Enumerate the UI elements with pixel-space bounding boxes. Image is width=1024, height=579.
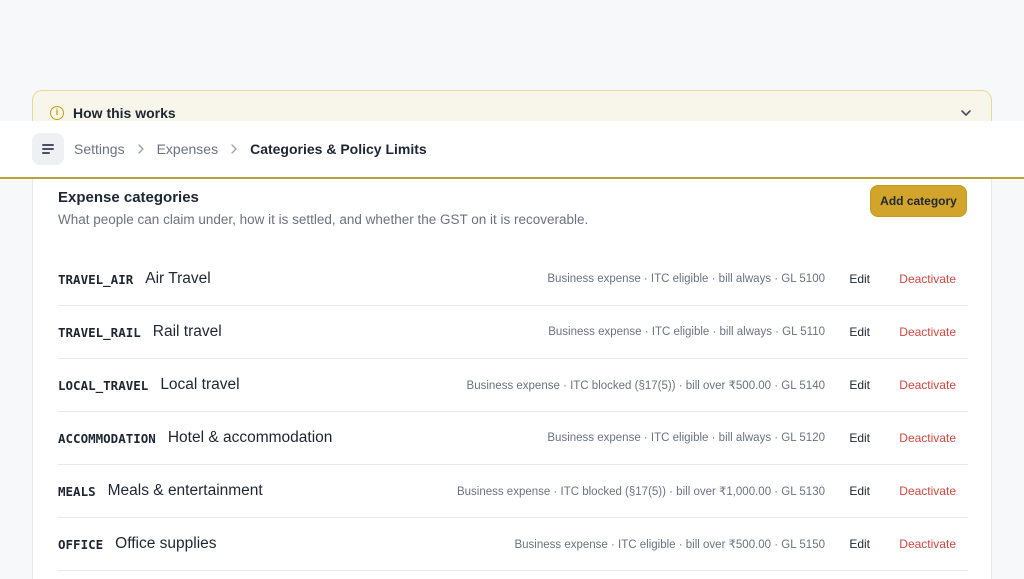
category-code: LOCAL_TRAVEL	[58, 377, 149, 393]
category-meta: Business expense · ITC eligible · bill o…	[514, 539, 825, 551]
category-row: OFFICE Office supplies Business expense …	[58, 518, 968, 571]
edit-button[interactable]: Edit	[849, 325, 870, 339]
breadcrumb-current: Categories & Policy Limits	[250, 141, 427, 157]
category-name: Air Travel	[145, 270, 211, 287]
category-code: OFFICE	[58, 536, 104, 552]
banner-title: How this works	[73, 105, 176, 121]
edit-button[interactable]: Edit	[849, 431, 870, 445]
breadcrumb: Settings Expenses Categories & Policy Li…	[74, 141, 427, 157]
category-row: ACCOMMODATION Hotel & accommodation Busi…	[58, 412, 968, 465]
category-code: ACCOMMODATION	[58, 430, 156, 446]
deactivate-button[interactable]: Deactivate	[899, 431, 956, 445]
deactivate-button[interactable]: Deactivate	[899, 325, 956, 339]
deactivate-button[interactable]: Deactivate	[899, 378, 956, 392]
deactivate-button[interactable]: Deactivate	[899, 484, 956, 498]
category-list: TRAVEL_AIR Air Travel Business expense ·…	[58, 253, 968, 571]
expense-categories-panel: Expense categories What people can claim…	[32, 179, 992, 579]
chevron-right-icon	[231, 144, 237, 154]
edit-button[interactable]: Edit	[849, 272, 870, 286]
category-row: MEALS Meals & entertainment Business exp…	[58, 465, 968, 518]
category-code: TRAVEL_AIR	[58, 271, 134, 287]
breadcrumb-expenses[interactable]: Expenses	[157, 141, 218, 157]
edit-button[interactable]: Edit	[849, 537, 870, 551]
deactivate-button[interactable]: Deactivate	[899, 272, 956, 286]
add-category-button[interactable]: Add category	[870, 185, 967, 217]
edit-button[interactable]: Edit	[849, 378, 870, 392]
category-name: Meals & entertainment	[107, 482, 263, 499]
category-name: Local travel	[160, 376, 240, 393]
deactivate-button[interactable]: Deactivate	[899, 537, 956, 551]
category-name: Rail travel	[152, 323, 222, 340]
category-code: MEALS	[58, 483, 96, 499]
info-icon: i	[50, 106, 64, 120]
category-name: Hotel & accommodation	[167, 429, 333, 446]
category-row: TRAVEL_AIR Air Travel Business expense ·…	[58, 253, 968, 306]
category-row: LOCAL_TRAVEL Local travel Business expen…	[58, 359, 968, 412]
menu-toggle-button[interactable]	[32, 133, 64, 165]
chevron-down-icon[interactable]	[959, 106, 973, 120]
chevron-right-icon	[137, 144, 144, 154]
edit-button[interactable]: Edit	[849, 484, 870, 498]
category-name: Office supplies	[115, 535, 217, 552]
category-meta: Business expense · ITC blocked (§17(5)) …	[466, 380, 825, 392]
category-code: TRAVEL_RAIL	[58, 324, 141, 340]
panel-subtitle: What people can claim under, how it is s…	[58, 212, 589, 227]
menu-icon	[42, 144, 54, 146]
top-bar: Settings Expenses Categories & Policy Li…	[0, 121, 1024, 179]
category-meta: Business expense · ITC blocked (§17(5)) …	[456, 486, 825, 498]
breadcrumb-settings[interactable]: Settings	[74, 141, 125, 157]
panel-title: Expense categories	[58, 189, 199, 206]
category-row: TRAVEL_RAIL Rail travel Business expense…	[58, 306, 968, 359]
category-meta: Business expense · ITC eligible · bill a…	[547, 432, 825, 444]
category-meta: Business expense · ITC eligible · bill a…	[548, 326, 825, 338]
category-meta: Business expense · ITC eligible · bill a…	[547, 273, 825, 285]
